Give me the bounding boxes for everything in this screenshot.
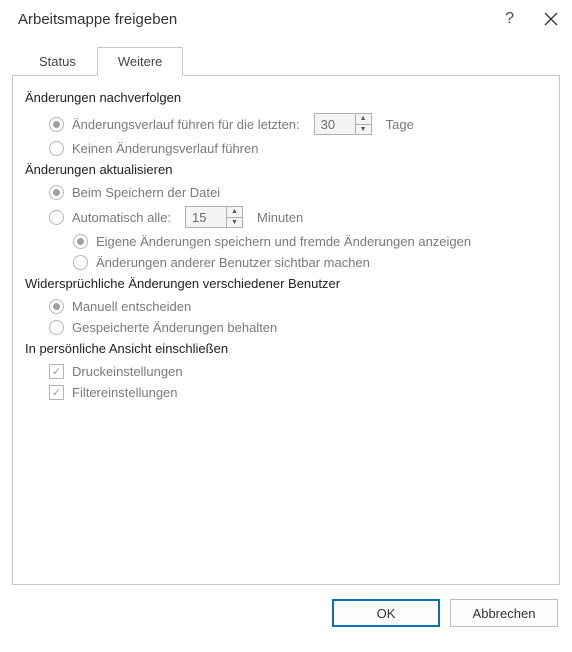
unit-label: Minuten	[257, 210, 303, 225]
dialog-buttons: OK Abbrechen	[0, 585, 572, 627]
titlebar-controls: ?	[505, 10, 558, 28]
help-icon[interactable]: ?	[505, 10, 514, 28]
radio-icon	[49, 185, 64, 200]
group-update-changes: Änderungen aktualisieren	[25, 162, 547, 177]
dialog-title: Arbeitsmappe freigeben	[18, 11, 505, 28]
option-auto-show-others[interactable]: Änderungen anderer Benutzer sichtbar mac…	[73, 255, 547, 270]
option-auto-show-own[interactable]: Eigene Änderungen speichern und fremde Ä…	[73, 234, 547, 249]
titlebar: Arbeitsmappe freigeben ?	[0, 0, 572, 38]
spinner-buttons[interactable]: ▲ ▼	[355, 114, 371, 134]
days-spinner[interactable]: ▲ ▼	[314, 113, 372, 135]
chevron-up-icon[interactable]: ▲	[356, 114, 371, 125]
minutes-spinner[interactable]: ▲ ▼	[185, 206, 243, 228]
option-auto-every[interactable]: Automatisch alle: ▲ ▼ Minuten	[49, 206, 547, 228]
spinner-buttons[interactable]: ▲ ▼	[226, 207, 242, 227]
option-label: Automatisch alle:	[72, 210, 171, 225]
group-conflicts: Widersprüchliche Änderungen verschiedene…	[25, 276, 547, 291]
chevron-down-icon[interactable]: ▼	[227, 218, 242, 228]
tab-weitere[interactable]: Weitere	[97, 47, 184, 76]
option-no-history[interactable]: Keinen Änderungsverlauf führen	[49, 141, 547, 156]
option-conflict-keep-saved[interactable]: Gespeicherte Änderungen behalten	[49, 320, 547, 335]
option-label: Druckeinstellungen	[72, 364, 183, 379]
radio-icon	[73, 234, 88, 249]
unit-label: Tage	[386, 117, 414, 132]
tab-panel-weitere: Änderungen nachverfolgen Änderungsverlau…	[12, 75, 560, 585]
option-keep-history[interactable]: Änderungsverlauf führen für die letzten:…	[49, 113, 547, 135]
radio-icon	[49, 299, 64, 314]
option-label: Änderungsverlauf führen für die letzten:	[72, 117, 300, 132]
option-print-settings[interactable]: Druckeinstellungen	[49, 364, 547, 379]
option-label: Filtereinstellungen	[72, 385, 178, 400]
checkbox-icon	[49, 385, 64, 400]
ok-button[interactable]: OK	[332, 599, 440, 627]
radio-icon	[49, 210, 64, 225]
days-input[interactable]	[315, 114, 355, 134]
group-personal-view: In persönliche Ansicht einschließen	[25, 341, 547, 356]
cancel-button[interactable]: Abbrechen	[450, 599, 558, 627]
checkbox-icon	[49, 364, 64, 379]
group-track-changes: Änderungen nachverfolgen	[25, 90, 547, 105]
option-label: Änderungen anderer Benutzer sichtbar mac…	[96, 255, 370, 270]
option-label: Gespeicherte Änderungen behalten	[72, 320, 277, 335]
option-label: Manuell entscheiden	[72, 299, 191, 314]
option-label: Beim Speichern der Datei	[72, 185, 220, 200]
minutes-input[interactable]	[186, 207, 226, 227]
radio-icon	[73, 255, 88, 270]
radio-icon	[49, 320, 64, 335]
radio-icon	[49, 141, 64, 156]
radio-icon	[49, 117, 64, 132]
chevron-up-icon[interactable]: ▲	[227, 207, 242, 218]
option-label: Eigene Änderungen speichern und fremde Ä…	[96, 234, 471, 249]
tab-bar: Status Weitere	[0, 38, 572, 75]
option-filter-settings[interactable]: Filtereinstellungen	[49, 385, 547, 400]
option-label: Keinen Änderungsverlauf führen	[72, 141, 258, 156]
option-conflict-manual[interactable]: Manuell entscheiden	[49, 299, 547, 314]
option-on-save[interactable]: Beim Speichern der Datei	[49, 185, 547, 200]
close-icon[interactable]	[544, 12, 558, 26]
tab-status[interactable]: Status	[18, 47, 97, 76]
chevron-down-icon[interactable]: ▼	[356, 125, 371, 135]
